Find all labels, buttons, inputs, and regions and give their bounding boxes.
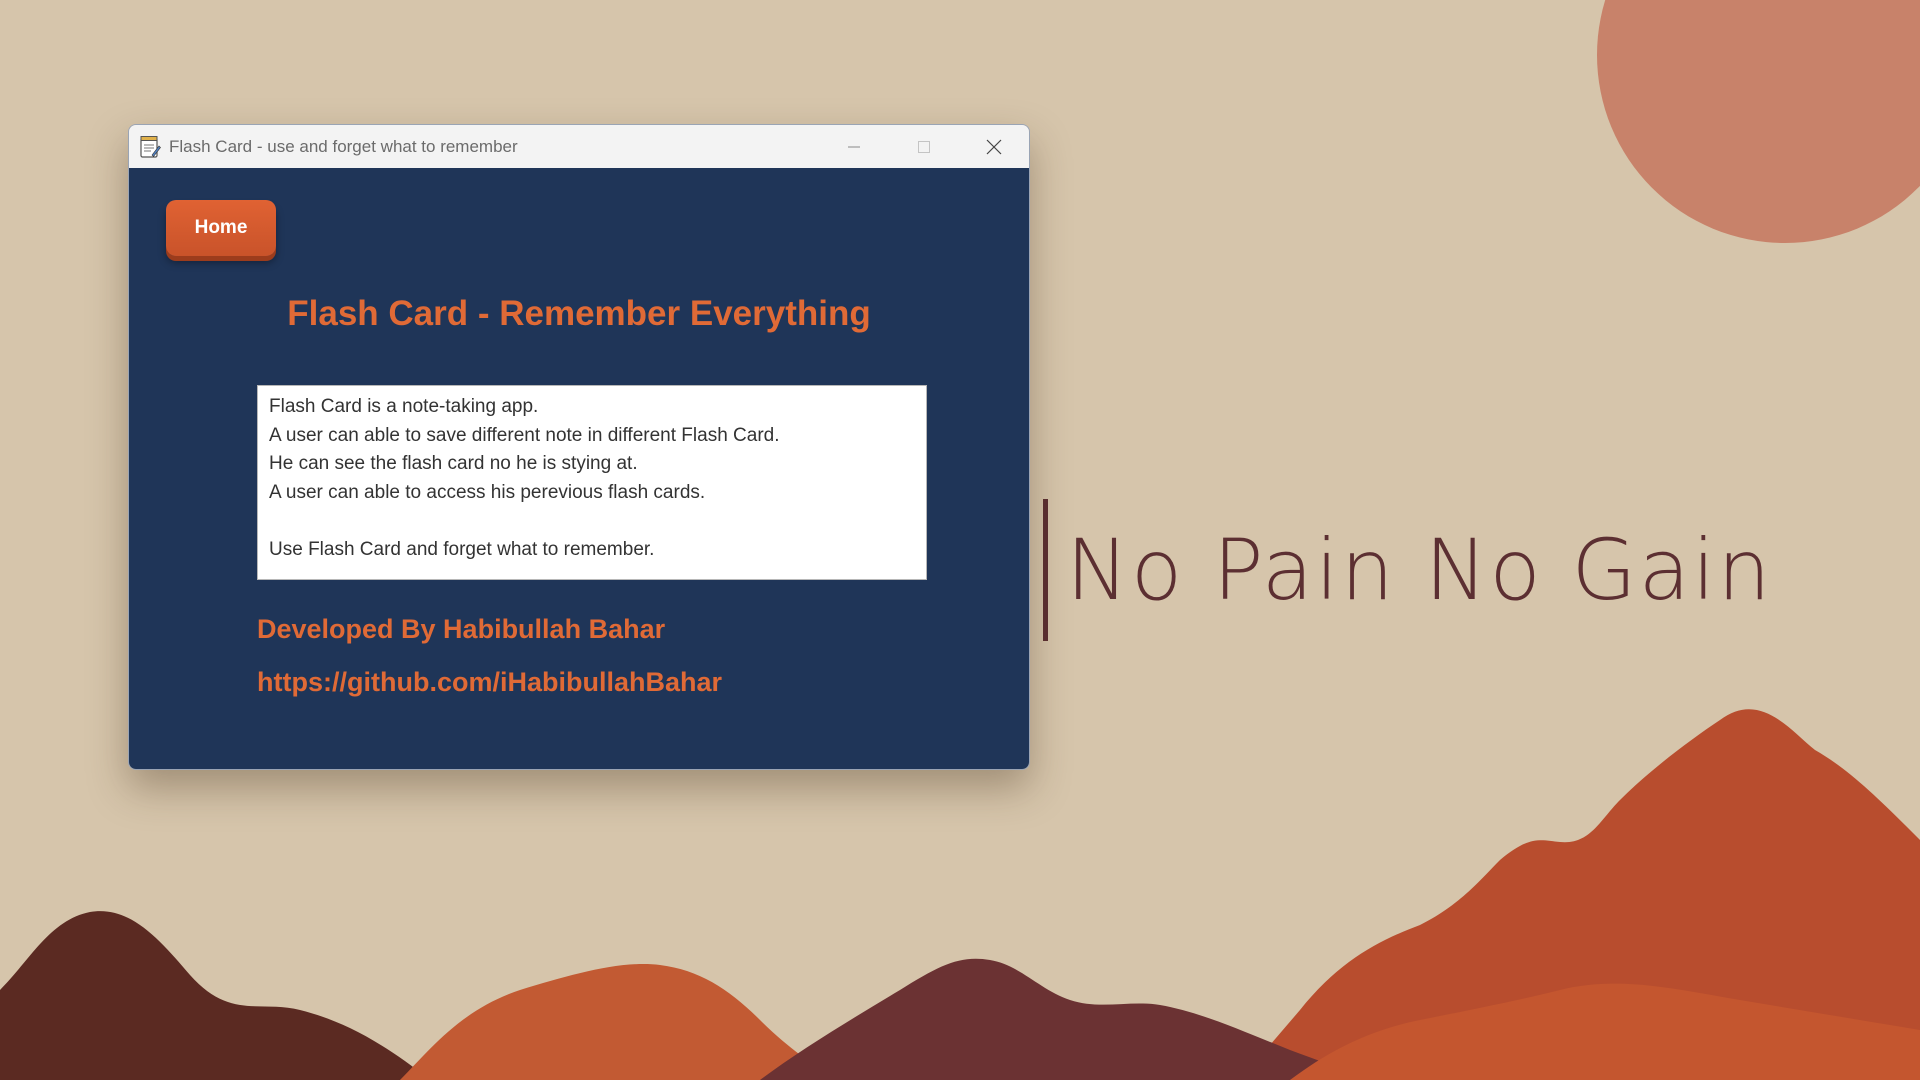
maximize-icon: [918, 140, 930, 153]
home-button[interactable]: Home: [166, 200, 276, 256]
close-button[interactable]: [959, 125, 1029, 168]
notepad-icon: [139, 135, 161, 159]
window-controls: [819, 125, 1029, 168]
app-window: Flash Card - use and forget what to reme…: [128, 124, 1030, 770]
developer-credit: Developed By Habibullah Bahar: [257, 614, 666, 644]
maximize-button[interactable]: [889, 125, 959, 168]
description-textbox[interactable]: Flash Card is a note-taking app. A user …: [257, 385, 927, 580]
app-content: Home Flash Card - Remember Everything Fl…: [129, 168, 1029, 769]
page-heading: Flash Card - Remember Everything: [287, 294, 871, 333]
window-title: Flash Card - use and forget what to reme…: [169, 136, 518, 156]
quote-divider: [1043, 499, 1048, 641]
minimize-button[interactable]: [819, 125, 889, 168]
description-line-blank: [269, 507, 915, 536]
title-bar[interactable]: Flash Card - use and forget what to reme…: [129, 125, 1029, 168]
description-line: A user can able to save different note i…: [269, 424, 780, 446]
description-line: Use Flash Card and forget what to rememb…: [269, 538, 655, 560]
quote-text: No Pain No Gain: [1066, 521, 1773, 619]
description-line: He can see the flash card no he is styin…: [269, 453, 638, 474]
minimize-icon: [848, 146, 860, 147]
github-link[interactable]: https://github.com/iHabibullahBahar: [257, 667, 722, 698]
close-icon: [986, 139, 1002, 154]
quote-block: No Pain No Gain: [1043, 499, 1773, 641]
description-line: Flash Card is a note-taking app.: [269, 396, 539, 417]
description-line: A user can able to access his perevious …: [269, 481, 706, 503]
